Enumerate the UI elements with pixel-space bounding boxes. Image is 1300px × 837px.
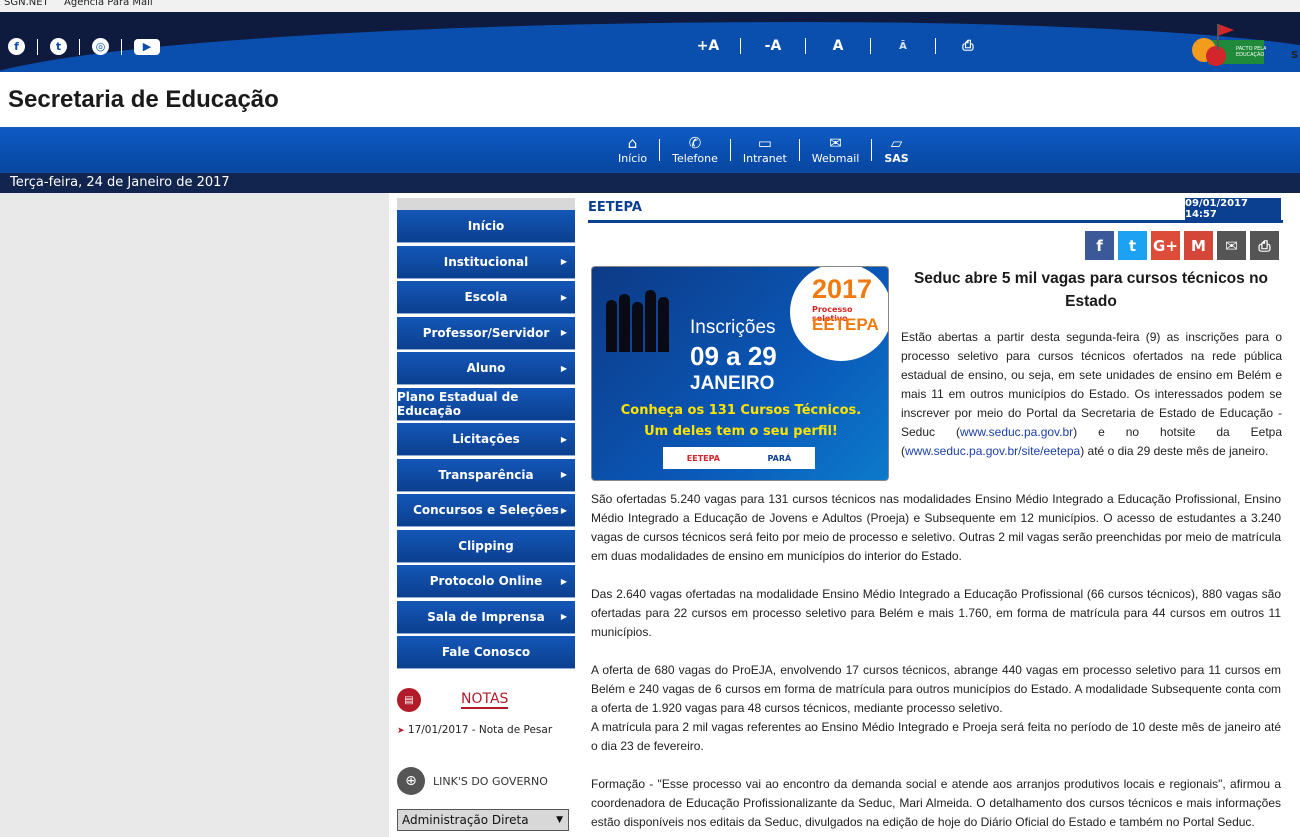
globe-icon: ⊕ bbox=[397, 767, 425, 795]
email-icon[interactable]: ✉ bbox=[1217, 231, 1246, 260]
article-intro: Estão abertas a partir desta segunda-fei… bbox=[901, 330, 1283, 458]
side-menu-item[interactable]: Plano Estadual de Educação bbox=[397, 387, 575, 421]
chevron-right-icon: ▶ bbox=[560, 292, 567, 302]
phone-icon: ✆ bbox=[688, 134, 702, 152]
article-body: São ofertadas 5.240 vagas para 131 curso… bbox=[591, 490, 1281, 837]
page-container: Início Institucional ▶ Escola ▶ Professor/Ser… bbox=[389, 193, 1300, 837]
side-menu-item[interactable]: Concursos e Seleções ▶ bbox=[397, 494, 575, 527]
banner-footer-logos: EETEPA PARÁ bbox=[663, 447, 815, 469]
side-menu-item[interactable]: Protocolo Online ▶ bbox=[397, 565, 575, 598]
side-menu-item[interactable]: Professor/Servidor ▶ bbox=[397, 316, 575, 350]
print-icon[interactable]: ⎙ bbox=[950, 38, 986, 54]
article-paragraph: Formação - "Esse processo vai ao encontr… bbox=[591, 777, 1281, 829]
eetepa-hotsite-link[interactable]: www.seduc.pa.gov.br/site/eetepa bbox=[905, 444, 1080, 458]
font-increase-button[interactable]: +A bbox=[690, 38, 726, 54]
notes-icon: ▤ bbox=[397, 688, 421, 712]
chevron-right-icon: ▶ bbox=[560, 257, 567, 266]
side-menu-item[interactable]: Aluno ▶ bbox=[397, 352, 575, 385]
chevron-right-icon: ▶ bbox=[560, 363, 567, 373]
chat-icon: ▱ bbox=[890, 134, 903, 152]
post-timestamp: 09/01/2017 14:57 bbox=[1185, 198, 1281, 220]
accessibility-tools: +A -A A Ā ⎙ bbox=[690, 38, 986, 54]
site-title[interactable]: Secretaria de Educação bbox=[8, 86, 279, 114]
monitor-icon: ▭ bbox=[757, 134, 772, 152]
mail-icon: ✉ bbox=[829, 134, 842, 152]
bookmark-sgn[interactable]: SGN.NET bbox=[4, 0, 49, 8]
social-links: f t ◎ ▶ bbox=[8, 38, 160, 55]
pact-logo[interactable]: PACTO PELA EDUCAÇÃO bbox=[1188, 22, 1266, 76]
svg-text:EDUCAÇÃO: EDUCAÇÃO bbox=[1236, 51, 1264, 58]
article-headline: Seduc abre 5 mil vagas para cursos técni… bbox=[913, 270, 1269, 310]
side-menu-item[interactable]: Clipping bbox=[397, 529, 575, 563]
facebook-icon[interactable]: f bbox=[8, 38, 25, 55]
font-normal-button[interactable]: A bbox=[820, 38, 856, 54]
side-menu: Início Institucional ▶ Escola ▶ Professor/Ser… bbox=[397, 198, 575, 672]
side-menu-item[interactable]: Escola ▶ bbox=[397, 281, 575, 314]
side-menu-item[interactable]: Institucional ▶ bbox=[397, 245, 575, 279]
students-silhouette bbox=[606, 287, 674, 352]
top-bar: f t ◎ ▶ +A -A A Ā ⎙ bbox=[0, 12, 1300, 72]
twitter-icon[interactable]: t bbox=[50, 38, 67, 55]
youtube-icon[interactable]: ▶ bbox=[134, 38, 160, 55]
chevron-right-icon: ▶ bbox=[560, 505, 567, 515]
bookmarks-bar: SGN.NET Agência Pará Mail bbox=[0, 0, 1300, 12]
nav-inicio[interactable]: ⌂ Início bbox=[606, 134, 659, 166]
nav-webmail[interactable]: ✉ Webmail bbox=[800, 134, 872, 166]
chevron-right-icon: ▶ bbox=[560, 470, 567, 479]
notas-widget: ▤ NOTAS ➤ 17/01/2017 - Nota de Pesar bbox=[397, 688, 575, 736]
chevron-right-icon: ▶ bbox=[560, 576, 567, 586]
gov-links-title: LINK'S DO GOVERNO bbox=[433, 774, 548, 788]
eetepa-banner[interactable]: 2017 Processo seletivo EETEPA Inscrições… bbox=[591, 266, 889, 481]
chevron-right-icon: ▶ bbox=[560, 612, 567, 621]
nav-sas[interactable]: ▱ SAS bbox=[872, 134, 920, 166]
gmail-icon[interactable]: M bbox=[1184, 231, 1213, 260]
side-menu-item[interactable]: Sala de Imprensa ▶ bbox=[397, 600, 575, 634]
date-bar: Terça-feira, 24 de Janeiro de 2017 bbox=[0, 173, 1300, 193]
header: Secretaria de Educação bbox=[0, 72, 1300, 127]
facebook-icon[interactable]: f bbox=[1085, 231, 1114, 260]
twitter-icon[interactable]: t bbox=[1118, 231, 1147, 260]
side-menu-item[interactable]: Fale Conosco bbox=[397, 636, 575, 669]
google-plus-icon[interactable]: G+ bbox=[1151, 231, 1180, 260]
seduc-link[interactable]: www.seduc.pa.gov.br bbox=[960, 425, 1073, 439]
dropdown-arrow-icon: ▼ bbox=[556, 815, 563, 825]
gov-links-widget: ⊕ LINK'S DO GOVERNO Administração Direta… bbox=[397, 767, 575, 831]
nav-telefone[interactable]: ✆ Telefone bbox=[660, 134, 730, 166]
article-paragraph: A oferta de 680 vagas do ProEJA, envolve… bbox=[591, 663, 1281, 715]
share-buttons: f t G+ M ✉ ⎙ bbox=[1085, 231, 1283, 260]
article-paragraph: A matrícula para 2 mil vagas referentes … bbox=[591, 720, 1281, 753]
contrast-button[interactable]: Ā bbox=[885, 41, 921, 52]
chevron-right-icon: ▶ bbox=[560, 434, 567, 444]
chevron-right-icon: ▶ bbox=[560, 328, 567, 337]
main-nav: ⌂ Início ✆ Telefone ▭ Intranet ✉ Webmail… bbox=[0, 127, 1300, 173]
nota-item[interactable]: ➤ 17/01/2017 - Nota de Pesar bbox=[397, 724, 575, 736]
notas-title: NOTAS bbox=[461, 691, 509, 709]
side-menu-item[interactable]: Licitações ▶ bbox=[397, 423, 575, 456]
article-paragraph: Das 2.640 vagas ofertadas na modalidade … bbox=[591, 587, 1281, 639]
arrow-icon: ➤ bbox=[397, 726, 405, 736]
home-icon: ⌂ bbox=[627, 134, 638, 152]
font-decrease-button[interactable]: -A bbox=[755, 38, 791, 54]
print-icon[interactable]: ⎙ bbox=[1250, 231, 1279, 260]
side-menu-item[interactable]: Transparência ▶ bbox=[397, 458, 575, 492]
gov-links-select[interactable]: Administração Direta ▼ bbox=[397, 809, 569, 831]
section-title[interactable]: EETEPA bbox=[588, 200, 642, 215]
nav-intranet[interactable]: ▭ Intranet bbox=[731, 134, 799, 166]
instagram-icon[interactable]: ◎ bbox=[92, 38, 109, 55]
bookmark-agencia-para-mail[interactable]: Agência Pará Mail bbox=[64, 0, 153, 8]
article-paragraph: São ofertadas 5.240 vagas para 131 curso… bbox=[591, 492, 1281, 563]
side-menu-item[interactable]: Início bbox=[397, 210, 575, 243]
